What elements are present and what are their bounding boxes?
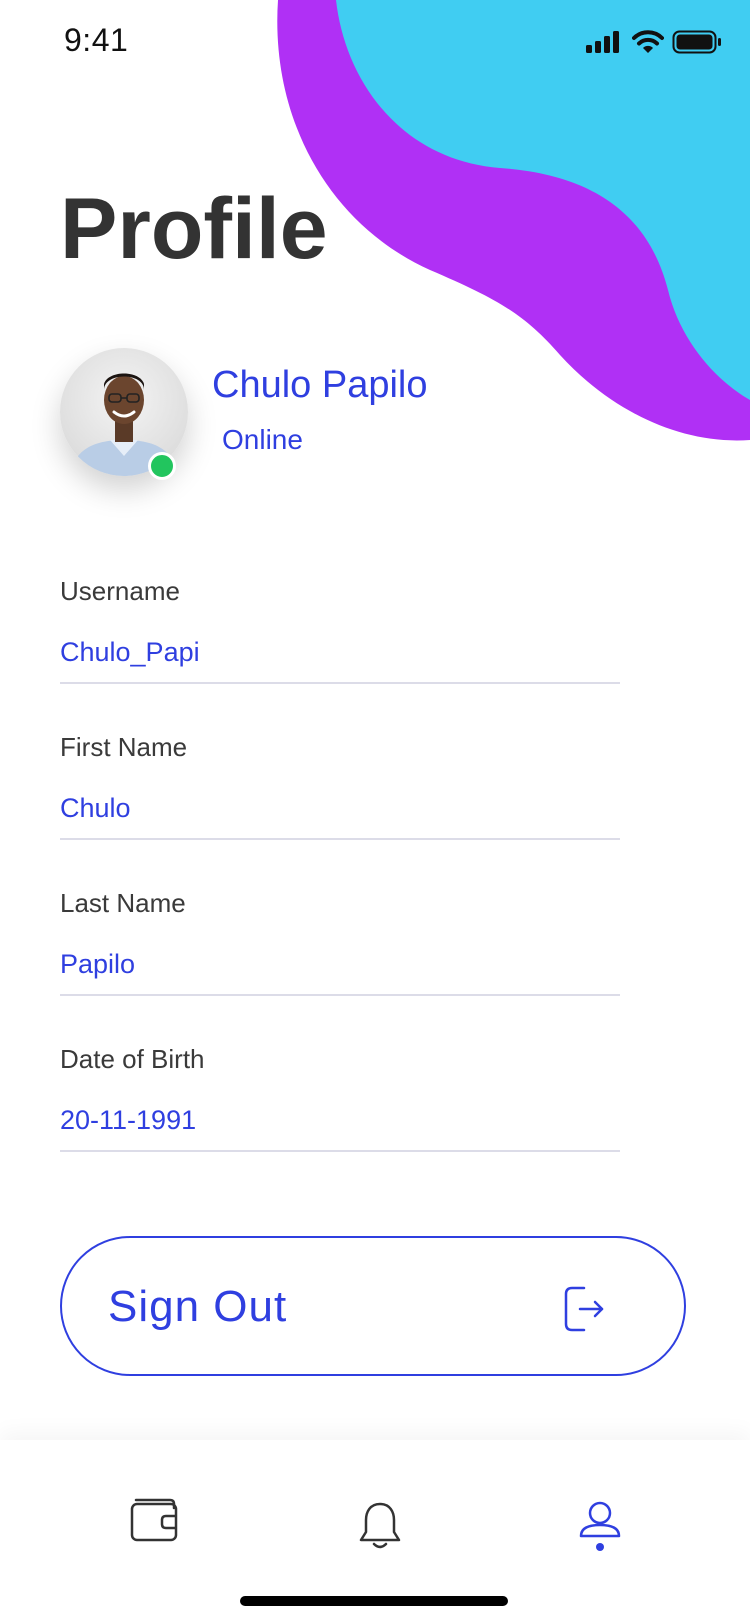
wifi-icon xyxy=(632,30,664,59)
last-name-field[interactable]: Last Name Papilo xyxy=(60,888,620,996)
tab-profile[interactable] xyxy=(578,1500,622,1557)
logout-icon xyxy=(564,1286,606,1337)
field-label: Last Name xyxy=(60,888,186,918)
field-underline xyxy=(60,994,620,996)
battery-icon xyxy=(672,30,722,59)
field-value[interactable]: 20-11-1991 xyxy=(60,1105,620,1136)
field-label: First Name xyxy=(60,732,188,762)
tab-wallet[interactable] xyxy=(130,1494,182,1549)
user-status: Online xyxy=(222,424,303,455)
field-value[interactable]: Papilo xyxy=(60,949,620,980)
username-field[interactable]: Username Chulo_Papi xyxy=(60,576,620,684)
page-title: Profile xyxy=(60,181,328,277)
online-indicator xyxy=(148,452,176,480)
status-time: 9:41 xyxy=(64,22,129,58)
first-name-field[interactable]: First Name Chulo xyxy=(60,732,620,840)
user-name: Chulo Papilo xyxy=(212,364,428,406)
signal-icon xyxy=(586,30,622,59)
field-underline xyxy=(60,682,620,684)
field-underline xyxy=(60,838,620,840)
field-value[interactable]: Chulo xyxy=(60,793,620,824)
field-label: Date of Birth xyxy=(60,1044,205,1074)
home-indicator xyxy=(240,1596,508,1606)
sign-out-button[interactable]: Sign Out xyxy=(60,1236,686,1376)
profile-icon xyxy=(578,1501,622,1556)
field-underline xyxy=(60,1150,620,1152)
date-of-birth-field[interactable]: Date of Birth 20-11-1991 xyxy=(60,1044,620,1152)
wallet-icon xyxy=(130,1498,182,1548)
tab-notifications[interactable] xyxy=(358,1500,402,1557)
field-value[interactable]: Chulo_Papi xyxy=(60,637,620,668)
sign-out-label: Sign Out xyxy=(108,1282,288,1331)
bell-icon xyxy=(358,1502,402,1556)
field-label: Username xyxy=(60,576,180,606)
